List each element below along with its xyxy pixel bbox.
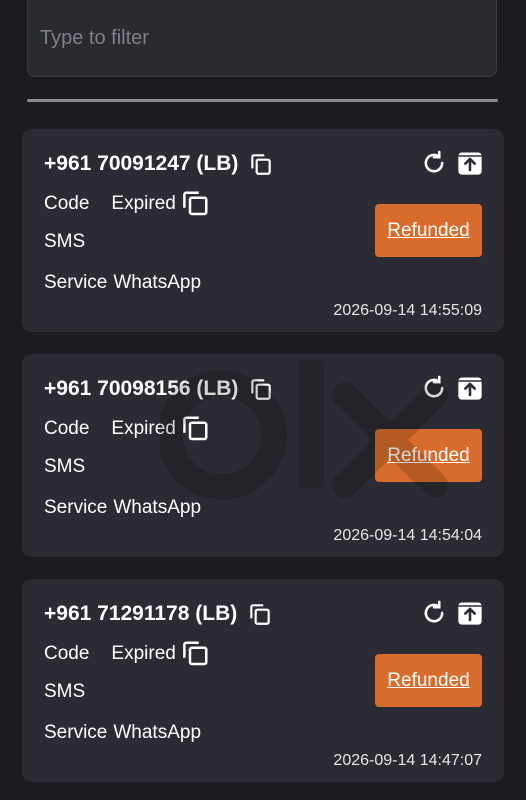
divider bbox=[27, 99, 498, 102]
phone-number: +961 70098156 (LB) bbox=[44, 377, 239, 400]
copy-code-icon[interactable] bbox=[180, 639, 210, 669]
phone-number: +961 71291178 (LB) bbox=[44, 602, 238, 625]
code-label: Code bbox=[44, 643, 90, 664]
phone-number-row: +961 70098156 (LB) bbox=[44, 376, 274, 402]
refunded-button[interactable]: Refunded bbox=[375, 204, 482, 257]
copy-icon[interactable] bbox=[247, 601, 273, 627]
service-value: WhatsApp bbox=[113, 272, 202, 293]
service-row: Service WhatsApp bbox=[44, 497, 201, 519]
type-row: SMS bbox=[44, 231, 85, 253]
type-row: SMS bbox=[44, 681, 85, 703]
copy-icon[interactable] bbox=[248, 376, 274, 402]
service-row: Service WhatsApp bbox=[44, 722, 201, 744]
service-value: WhatsApp bbox=[113, 497, 202, 518]
code-row: Code Expired bbox=[44, 639, 210, 669]
type-row: SMS bbox=[44, 456, 85, 478]
phone-number-row: +961 70091247 (LB) bbox=[44, 151, 274, 177]
copy-code-icon[interactable] bbox=[180, 414, 210, 444]
code-value: Expired bbox=[111, 193, 176, 214]
timestamp: 2026-09-14 14:55:09 bbox=[333, 302, 482, 319]
service-label: Service bbox=[44, 497, 108, 518]
upload-icon[interactable] bbox=[456, 149, 484, 177]
refresh-icon[interactable] bbox=[420, 374, 448, 402]
refunded-button[interactable]: Refunded bbox=[375, 654, 482, 707]
code-row: Code Expired bbox=[44, 414, 210, 444]
order-card: +961 70098156 (LB) Code Expired SMS Serv… bbox=[22, 354, 504, 557]
message-type: SMS bbox=[44, 456, 86, 477]
code-value: Expired bbox=[111, 418, 176, 439]
card-actions bbox=[420, 374, 484, 402]
order-card: +961 71291178 (LB) Code Expired SMS Serv… bbox=[22, 579, 504, 782]
copy-icon[interactable] bbox=[248, 151, 274, 177]
service-label: Service bbox=[44, 722, 108, 743]
code-label: Code bbox=[44, 418, 90, 439]
phone-number: +961 70091247 (LB) bbox=[44, 152, 239, 175]
refresh-icon[interactable] bbox=[420, 599, 448, 627]
code-value: Expired bbox=[111, 643, 176, 664]
message-type: SMS bbox=[44, 681, 86, 702]
card-actions bbox=[420, 599, 484, 627]
message-type: SMS bbox=[44, 231, 86, 252]
timestamp: 2026-09-14 14:54:04 bbox=[333, 527, 482, 544]
card-actions bbox=[420, 149, 484, 177]
filter-box bbox=[27, 0, 497, 77]
service-row: Service WhatsApp bbox=[44, 272, 201, 294]
filter-input[interactable] bbox=[38, 19, 482, 57]
timestamp: 2026-09-14 14:47:07 bbox=[333, 752, 482, 769]
service-value: WhatsApp bbox=[113, 722, 202, 743]
refunded-button[interactable]: Refunded bbox=[375, 429, 482, 482]
copy-code-icon[interactable] bbox=[180, 189, 210, 219]
order-card: +961 70091247 (LB) Code Expired SMS Serv… bbox=[22, 129, 504, 332]
refresh-icon[interactable] bbox=[420, 149, 448, 177]
service-label: Service bbox=[44, 272, 108, 293]
upload-icon[interactable] bbox=[456, 599, 484, 627]
code-label: Code bbox=[44, 193, 90, 214]
code-row: Code Expired bbox=[44, 189, 210, 219]
phone-number-row: +961 71291178 (LB) bbox=[44, 601, 273, 627]
upload-icon[interactable] bbox=[456, 374, 484, 402]
